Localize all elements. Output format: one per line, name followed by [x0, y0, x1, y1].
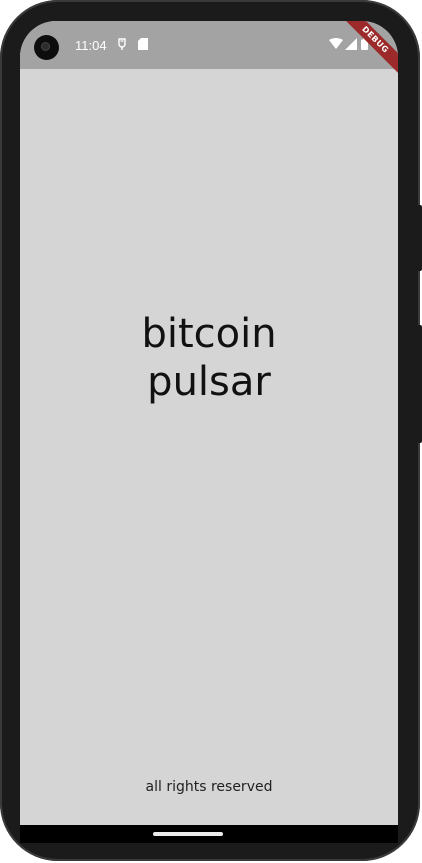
app-title: bitcoin pulsar: [20, 310, 398, 406]
app-title-line-1: bitcoin: [141, 311, 277, 357]
status-bar: 11:04 DEBUG: [20, 21, 398, 77]
sd-card-icon: [138, 38, 148, 50]
cellular-signal-icon: [345, 38, 357, 50]
app-screen: 11:04 DEBUG bitcoin pulsar all rights re…: [20, 21, 398, 825]
status-time: 11:04: [75, 38, 107, 53]
wifi-icon: [329, 38, 343, 49]
usb-icon: [118, 38, 126, 50]
app-title-line-2: pulsar: [147, 359, 271, 405]
home-indicator[interactable]: [153, 832, 223, 836]
power-button: [418, 325, 422, 443]
footer-text: all rights reserved: [145, 779, 273, 795]
front-camera: [34, 35, 59, 60]
volume-button: [418, 205, 422, 271]
